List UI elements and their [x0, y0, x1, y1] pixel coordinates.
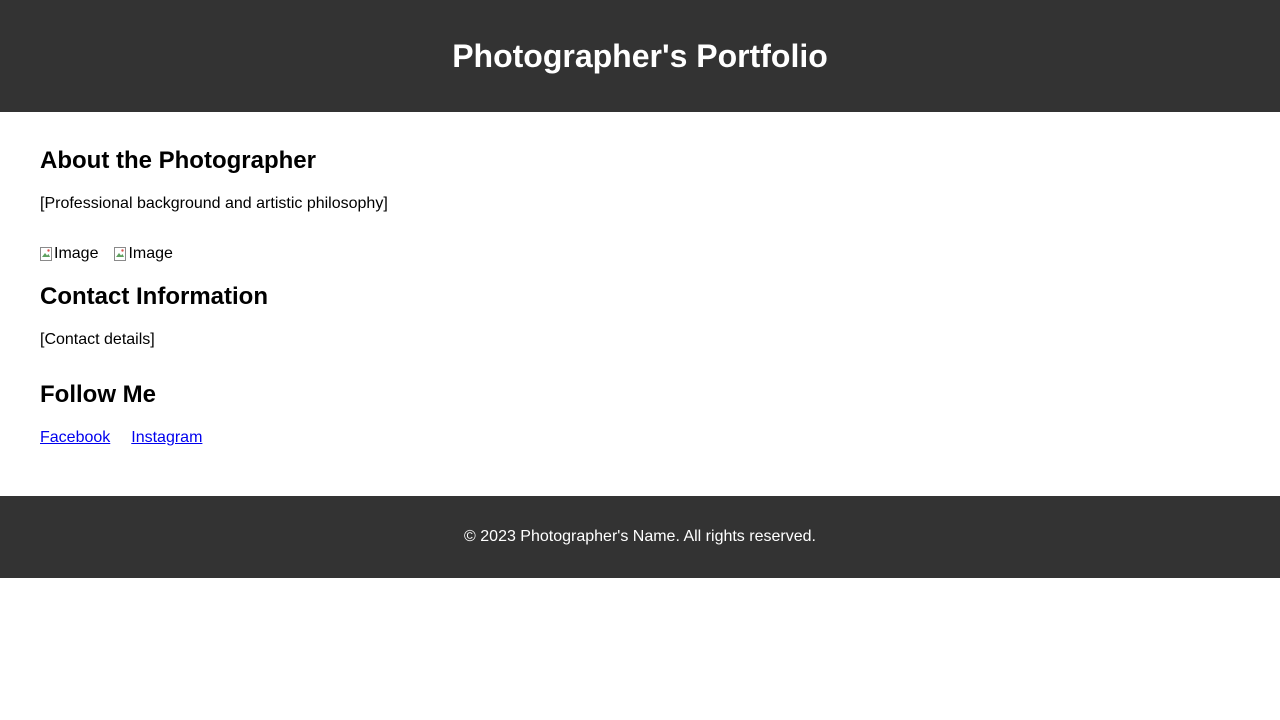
gallery: Image Image	[40, 246, 173, 262]
gallery-image-alt: Image	[54, 245, 99, 262]
contact-text: [Contact details]	[40, 331, 155, 348]
about-text: [Professional background and artistic ph…	[40, 195, 388, 212]
broken-image-icon	[40, 247, 52, 261]
follow-heading: Follow Me	[40, 381, 156, 408]
page-title: Photographer's Portfolio	[452, 38, 828, 74]
social-links: Facebook Instagram	[40, 430, 202, 446]
gallery-image[interactable]: Image	[40, 246, 98, 262]
gallery-image[interactable]: Image	[114, 245, 173, 262]
instagram-link[interactable]: Instagram	[131, 430, 202, 446]
broken-image-icon	[114, 247, 127, 261]
copyright-text: © 2023 Photographer's Name. All rights r…	[464, 528, 816, 545]
facebook-link[interactable]: Facebook	[40, 430, 110, 446]
gallery-image-alt: Image	[128, 245, 173, 262]
contact-heading: Contact Information	[40, 283, 268, 310]
site-footer: © 2023 Photographer's Name. All rights r…	[0, 496, 1280, 578]
about-heading: About the Photographer	[40, 147, 316, 174]
site-header: Photographer's Portfolio	[0, 0, 1280, 112]
